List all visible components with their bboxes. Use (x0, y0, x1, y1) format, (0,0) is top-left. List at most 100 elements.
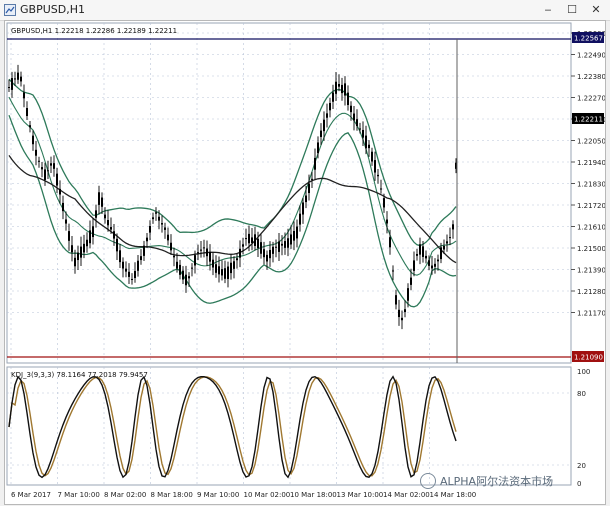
candle-body (182, 270, 184, 280)
wechat-logo-icon (420, 473, 436, 489)
candle-body (287, 238, 289, 248)
kdj-level-label: 0 (577, 480, 581, 488)
price-label: 1.21280 (577, 288, 605, 296)
candle-body (209, 251, 211, 262)
candle-body (65, 219, 67, 224)
candle-body (38, 160, 40, 162)
candle-body (86, 239, 88, 247)
candle-body (107, 219, 109, 226)
candle-body (413, 260, 415, 271)
candle-body (212, 259, 214, 268)
candle-body (167, 234, 169, 241)
time-axis: 6 Mar 2017 7 Mar 10:00 8 Mar 02:00 8 Mar 18… (11, 491, 476, 499)
price-label: 1.21940 (577, 159, 605, 167)
price-label: 1.21610 (577, 224, 605, 232)
candle-body (59, 188, 61, 195)
current-price: 1.22211 (574, 116, 603, 124)
candle-body (71, 245, 73, 253)
candle-body (380, 188, 382, 190)
terminal-window: GBPUSD,H1 ‒ ☐ ✕ GBPUSD,H1 1.22218 1.2228… (0, 0, 610, 506)
upper-line-price: 1.22567 (574, 35, 603, 43)
candle-body (320, 130, 322, 137)
candle-body (8, 87, 10, 88)
candle-body (200, 249, 202, 251)
candle-body (179, 264, 181, 275)
chart-area[interactable]: GBPUSD,H1 1.22218 1.22286 1.22189 1.2221… (4, 20, 606, 505)
candle-body (116, 238, 118, 252)
main-info-label: GBPUSD,H1 1.22218 1.22286 1.22189 1.2221… (11, 27, 177, 35)
price-chart[interactable]: GBPUSD,H1 1.22218 1.22286 1.22189 1.2221… (5, 21, 606, 504)
candle-body (446, 241, 448, 244)
candle-body (299, 213, 301, 225)
candle-body (143, 245, 145, 256)
chart-titlebar[interactable]: GBPUSD,H1 ‒ ☐ ✕ (0, 0, 610, 21)
candle-body (104, 214, 106, 219)
candle-body (407, 288, 409, 301)
time-label: 6 Mar 2017 (11, 491, 51, 499)
candle-body (17, 72, 19, 80)
candle-body (185, 274, 187, 286)
candle-body (290, 234, 292, 245)
candle-body (278, 241, 280, 252)
candle-body (233, 261, 235, 269)
candle-body (323, 119, 325, 132)
candle-body (305, 195, 307, 203)
kdj-info-label: KDJ_3(9,3,3) 78.1164 77.2018 79.9457 (11, 371, 148, 379)
candle-body (26, 107, 28, 117)
candle-body (386, 219, 388, 224)
candle-body (188, 276, 190, 279)
candle-body (254, 234, 256, 246)
candle-body (227, 266, 229, 279)
candle-body (239, 248, 241, 258)
candle-body (365, 135, 367, 149)
candle-body (68, 231, 70, 241)
candle-body (428, 260, 430, 266)
candle-body (368, 144, 370, 149)
kdj-level-label: 100 (577, 368, 590, 376)
candle-body (260, 242, 262, 254)
candle-body (53, 163, 55, 169)
candle-body (44, 169, 46, 180)
lower-line-price: 1.21090 (574, 354, 603, 362)
candle-body (302, 202, 304, 215)
candle-body (335, 81, 337, 94)
candle-body (356, 119, 358, 127)
candle-body (74, 257, 76, 267)
candle-body (377, 174, 379, 177)
candle-body (263, 249, 265, 258)
minimize-button[interactable]: ‒ (540, 3, 556, 16)
price-label: 1.22270 (577, 95, 605, 103)
candle-body (101, 197, 103, 207)
maximize-button[interactable]: ☐ (564, 3, 580, 16)
close-button[interactable]: ✕ (588, 3, 604, 16)
candle-body (236, 258, 238, 261)
candle-body (416, 253, 418, 256)
time-label: 8 Mar 02:00 (104, 491, 146, 499)
candle-body (47, 170, 49, 172)
kdj-level-label: 20 (577, 462, 586, 470)
candle-body (452, 224, 454, 230)
candle-body (350, 105, 352, 113)
time-label: 14 Mar 18:00 (430, 491, 477, 499)
candle-body (89, 230, 91, 244)
candle-body (173, 255, 175, 258)
candle-body (281, 243, 283, 246)
candle-body (341, 84, 343, 94)
candle-body (194, 255, 196, 266)
candle-body (383, 198, 385, 208)
candle-body (83, 243, 85, 253)
candle-body (362, 129, 364, 138)
candle-body (311, 178, 313, 180)
candle-body (395, 295, 397, 305)
price-axis: 1.226001.224901.223801.222701.221601.220… (571, 30, 606, 318)
candle-body (284, 241, 286, 248)
candle-body (14, 78, 16, 80)
candle-body (314, 157, 316, 170)
candle-body (422, 246, 424, 257)
candle-body (248, 233, 250, 244)
candle-body (161, 223, 163, 225)
candle-body (293, 230, 295, 241)
candle-body (398, 309, 400, 318)
candle-body (410, 277, 412, 285)
candle-body (437, 259, 439, 262)
